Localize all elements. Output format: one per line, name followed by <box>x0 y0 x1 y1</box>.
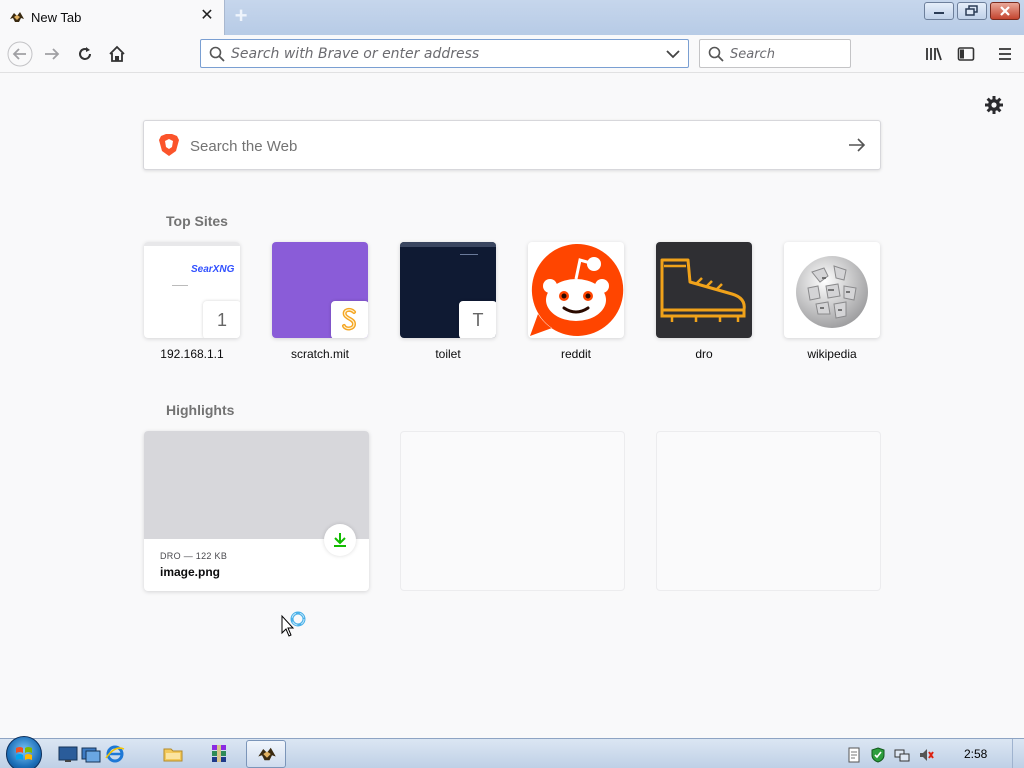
site-thumbnail <box>528 242 624 338</box>
show-desktop-strip[interactable] <box>1012 739 1024 768</box>
thumbnail-text: SearXNG <box>191 264 235 275</box>
site-label: scratch.mit <box>290 347 349 361</box>
search-input[interactable] <box>730 44 840 64</box>
gear-icon[interactable] <box>983 94 1005 116</box>
reload-button[interactable] <box>71 41 99 67</box>
library-icon <box>926 47 942 61</box>
site-label: wikipedia <box>807 347 857 361</box>
tab-new-tab[interactable]: New Tab ✕ <box>0 0 225 35</box>
thumbnail-header <box>144 242 240 246</box>
top-site-toilet[interactable]: T toilet <box>400 242 496 361</box>
highlight-placeholder <box>656 431 881 591</box>
library-button[interactable] <box>921 41 947 67</box>
forward-arrow-icon <box>45 48 60 60</box>
scratch-badge <box>331 301 368 338</box>
top-site-searxng[interactable]: SearXNG 1 192.168.1.1 <box>144 242 240 361</box>
top-site-dro[interactable]: dro <box>656 242 752 361</box>
search-bar[interactable] <box>699 39 851 68</box>
site-label: reddit <box>560 347 592 361</box>
thumbnail-line <box>172 285 188 286</box>
search-icon <box>708 46 724 62</box>
top-sites-heading: Top Sites <box>166 213 228 229</box>
windows-logo-icon <box>16 747 32 760</box>
highlight-name: image.png <box>160 565 221 579</box>
site-badge: T <box>459 301 496 338</box>
highlight-thumbnail <box>144 431 369 539</box>
file-explorer-icon[interactable] <box>162 743 184 765</box>
home-icon <box>109 45 125 62</box>
highlight-placeholder <box>400 431 625 591</box>
tab-title: New Tab <box>31 10 82 25</box>
clock[interactable]: 2:58 <box>964 747 987 761</box>
site-label: toilet <box>435 347 461 361</box>
sidebar-button[interactable] <box>953 41 979 67</box>
show-desktop-icon[interactable] <box>57 743 79 765</box>
top-site-scratch[interactable]: scratch.mit <box>272 242 368 361</box>
security-shield-icon[interactable] <box>870 747 886 763</box>
restore-button[interactable] <box>957 2 987 20</box>
back-button[interactable] <box>6 41 34 67</box>
download-icon <box>334 533 346 547</box>
url-input[interactable] <box>231 44 651 64</box>
url-bar[interactable] <box>200 39 689 68</box>
web-search-input[interactable] <box>190 135 830 157</box>
start-button[interactable] <box>6 736 42 768</box>
brave-favicon-icon <box>10 12 24 22</box>
minimize-button[interactable] <box>924 2 954 20</box>
new-tab-button[interactable]: + <box>230 5 252 28</box>
highlight-card[interactable]: DRO — 122 KB image.png <box>144 431 369 591</box>
thumbnail-header <box>400 242 496 247</box>
minimize-icon <box>934 12 944 14</box>
highlights-heading: Highlights <box>166 402 235 418</box>
site-thumbnail <box>656 242 752 338</box>
brave-logo-icon <box>159 134 179 156</box>
home-button[interactable] <box>103 41 131 67</box>
reddit-logo-icon <box>530 243 624 336</box>
forward-button[interactable] <box>38 41 66 67</box>
switch-windows-icon[interactable] <box>80 743 102 765</box>
busy-cursor-icon <box>281 611 306 637</box>
window-controls <box>921 2 1020 20</box>
search-icon <box>209 46 225 62</box>
network-icon[interactable] <box>894 747 910 763</box>
site-label: dro <box>695 347 713 361</box>
navigation-toolbar <box>0 35 1024 73</box>
close-icon <box>1000 6 1010 16</box>
highlight-meta: DRO — 122 KB <box>160 551 228 561</box>
internet-explorer-icon[interactable] <box>104 743 126 765</box>
arrow-right-icon[interactable] <box>848 137 866 153</box>
scratch-logo-icon <box>342 307 357 331</box>
brave-app-icon <box>258 747 276 761</box>
site-label: 192.168.1.1 <box>160 347 224 361</box>
site-thumbnail <box>784 242 880 338</box>
web-search-box[interactable] <box>143 120 881 170</box>
hamburger-menu-icon <box>999 48 1011 60</box>
site-thumbnail: SearXNG 1 <box>144 242 240 338</box>
tab-bar: New Tab ✕ + <box>0 0 1024 35</box>
thumbnail-line <box>460 254 478 255</box>
chevron-down-icon[interactable] <box>666 48 680 60</box>
site-thumbnail: T <box>400 242 496 338</box>
boot-icon <box>660 258 746 322</box>
menu-button[interactable] <box>992 41 1018 67</box>
taskbar: 2:58 <box>0 736 1024 768</box>
site-badge: 1 <box>203 301 240 338</box>
reload-icon <box>79 47 91 60</box>
site-thumbnail <box>272 242 368 338</box>
top-site-wikipedia[interactable]: wikipedia <box>784 242 880 361</box>
winrar-icon[interactable] <box>208 743 230 765</box>
close-window-button[interactable] <box>990 2 1020 20</box>
action-center-icon[interactable] <box>846 747 862 763</box>
restore-icon <box>965 5 978 16</box>
download-badge <box>324 524 356 556</box>
taskbar-brave-button[interactable] <box>246 740 286 768</box>
wikipedia-globe-icon <box>796 256 868 328</box>
tab-close-icon[interactable]: ✕ <box>198 7 216 25</box>
sidebar-icon <box>957 47 975 61</box>
top-site-reddit[interactable]: reddit <box>528 242 624 361</box>
back-arrow-icon <box>7 41 33 67</box>
volume-muted-icon[interactable] <box>918 747 934 763</box>
